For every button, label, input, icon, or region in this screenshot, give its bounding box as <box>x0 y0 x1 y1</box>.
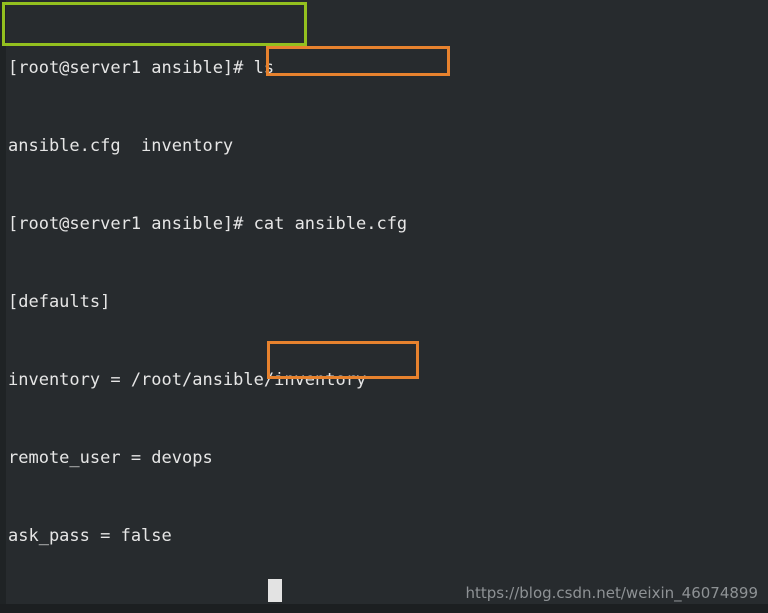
terminal-window[interactable]: [root@server1 ansible]# ls ansible.cfg i… <box>0 0 768 613</box>
terminal-line: [root@server1 ansible]# cat ansible.cfg <box>8 214 408 234</box>
window-bottom-edge <box>0 604 768 613</box>
terminal-screen-text[interactable]: [root@server1 ansible]# ls ansible.cfg i… <box>8 3 764 613</box>
terminal-line: [root@server1 ansible]# ls <box>8 58 275 78</box>
terminal-line: [defaults] <box>8 292 111 312</box>
terminal-line: ask_pass = false <box>8 526 172 546</box>
terminal-line: remote_user = devops <box>8 448 213 468</box>
terminal-line: ansible.cfg inventory <box>8 136 234 156</box>
watermark-text: https://blog.csdn.net/weixin_46074899 <box>465 584 758 602</box>
window-left-edge <box>0 0 6 613</box>
terminal-line: inventory = /root/ansible/inventory <box>8 370 367 390</box>
terminal-cursor <box>268 579 282 602</box>
